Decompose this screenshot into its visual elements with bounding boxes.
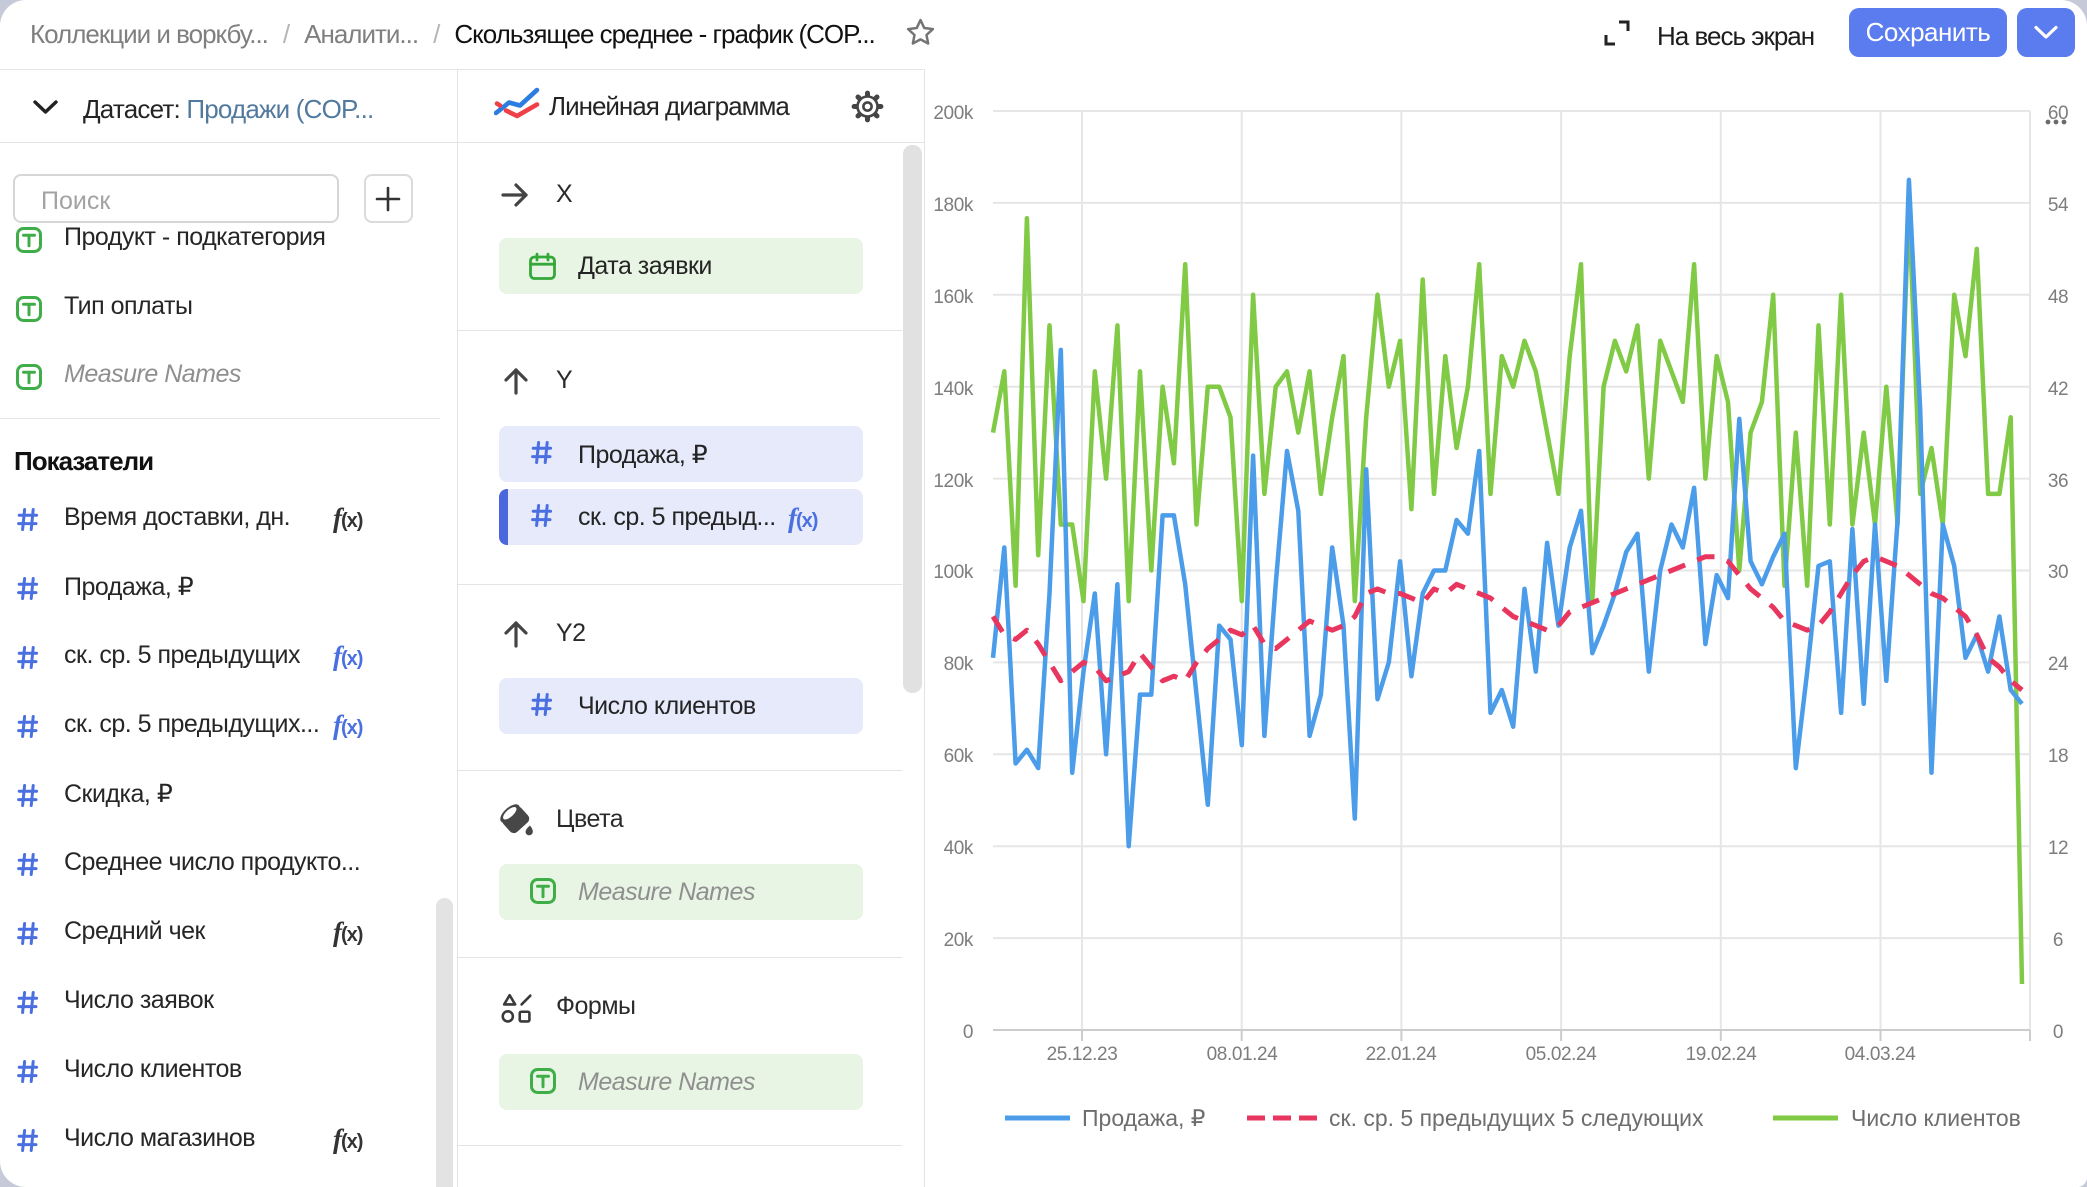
svg-text:42: 42 [2048,379,2068,400]
svg-text:19.02.24: 19.02.24 [1686,1044,1758,1065]
svg-text:Число клиентов: Число клиентов [1851,1105,2021,1131]
svg-text:100k: 100k [933,562,974,583]
svg-text:30: 30 [2048,562,2068,583]
svg-text:Продажа, ₽: Продажа, ₽ [1082,1105,1205,1131]
svg-text:25.12.23: 25.12.23 [1047,1044,1118,1065]
svg-text:18: 18 [2048,746,2068,767]
svg-text:120k: 120k [933,471,974,492]
svg-text:160k: 160k [933,287,974,308]
svg-text:05.02.24: 05.02.24 [1526,1044,1598,1065]
svg-text:12: 12 [2048,838,2068,859]
svg-text:54: 54 [2048,195,2069,216]
svg-text:80k: 80k [944,654,974,675]
svg-text:ск. ср. 5 предыдущих 5 следующ: ск. ср. 5 предыдущих 5 следующих [1329,1105,1704,1131]
svg-text:24: 24 [2048,654,2069,675]
svg-text:48: 48 [2048,287,2068,308]
svg-text:08.01.24: 08.01.24 [1207,1044,1279,1065]
svg-text:20k: 20k [944,930,974,951]
svg-text:22.01.24: 22.01.24 [1366,1044,1438,1065]
svg-text:40k: 40k [944,838,974,859]
svg-text:04.03.24: 04.03.24 [1845,1044,1917,1065]
svg-text:6: 6 [2053,930,2063,951]
svg-text:0: 0 [963,1022,973,1043]
svg-text:36: 36 [2048,471,2068,492]
svg-text:180k: 180k [933,195,974,216]
svg-text:60k: 60k [944,746,974,767]
svg-text:200k: 200k [933,103,974,124]
svg-text:140k: 140k [933,379,974,400]
svg-text:0: 0 [2053,1022,2063,1043]
